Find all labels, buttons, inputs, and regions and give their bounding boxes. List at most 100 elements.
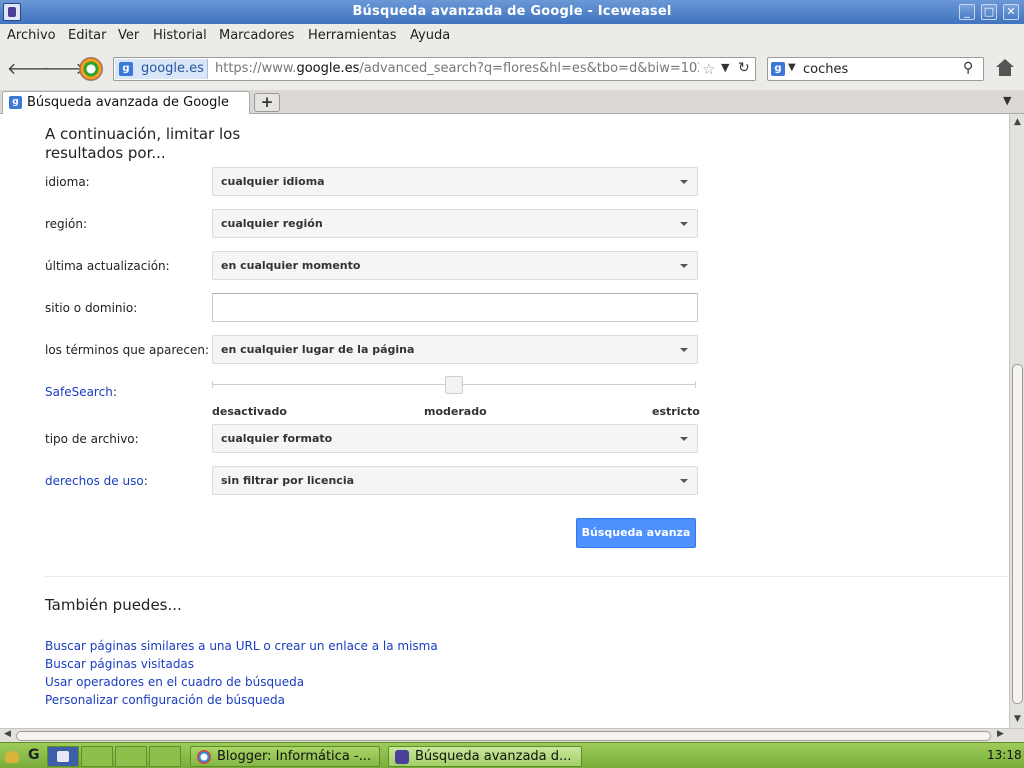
safesearch-label[interactable]: SafeSearch: xyxy=(45,385,117,399)
safesearch-level-off: desactivado xyxy=(212,405,287,418)
site-domain: google.es xyxy=(141,61,204,76)
page-content: A continuación, limitar los resultados p… xyxy=(0,114,1009,728)
browser-logo-icon[interactable] xyxy=(79,57,103,81)
region-select-value: cualquier región xyxy=(221,217,323,230)
search-engine-icon[interactable]: g xyxy=(771,62,785,76)
url-bar[interactable]: g google.es https://www.google.es/advanc… xyxy=(113,57,756,81)
taskbar: G Blogger: Informática -... Búsqueda ava… xyxy=(0,742,1024,768)
dropdown-arrow-icon xyxy=(680,222,688,226)
launcher-g-icon[interactable]: G xyxy=(28,747,40,763)
usage-rights-select[interactable]: sin filtrar por licencia xyxy=(212,466,698,495)
google-favicon-icon: g xyxy=(119,62,133,76)
dropdown-arrow-icon xyxy=(680,479,688,483)
usage-rights-select-value: sin filtrar por licencia xyxy=(221,474,355,487)
file-type-label: tipo de archivo: xyxy=(45,432,139,446)
bookmark-star-icon[interactable]: ☆ xyxy=(702,60,715,78)
menu-herramientas[interactable]: Herramientas xyxy=(308,28,397,43)
google-favicon-icon: g xyxy=(9,96,22,109)
search-input[interactable] xyxy=(803,60,963,78)
task-label: Búsqueda avanzada d... xyxy=(415,749,572,764)
clock: 13:18 xyxy=(987,748,1022,762)
dropdown-arrow-icon xyxy=(680,437,688,441)
file-type-select[interactable]: cualquier formato xyxy=(212,424,698,453)
url-history-dropdown-icon[interactable]: ▼ xyxy=(721,61,729,74)
workspace-4[interactable] xyxy=(149,746,181,767)
menu-ayuda[interactable]: Ayuda xyxy=(410,28,450,43)
window-title: Búsqueda avanzada de Google - Iceweasel xyxy=(352,4,672,19)
menu-archivo[interactable]: Archivo xyxy=(7,28,56,43)
menu-bar: Archivo Editar Ver Historial Marcadores … xyxy=(0,24,1024,48)
task-advanced-search[interactable]: Búsqueda avanzada d... xyxy=(388,746,582,767)
limit-results-heading: A continuación, limitar los resultados p… xyxy=(45,125,241,162)
home-icon[interactable] xyxy=(995,59,1015,77)
region-select[interactable]: cualquier región xyxy=(212,209,698,238)
scroll-right-arrow-icon[interactable]: ▶ xyxy=(997,729,1004,739)
task-label: Blogger: Informática -... xyxy=(217,749,372,764)
search-bar[interactable]: g ▼ ⚲ xyxy=(767,57,984,81)
last-update-select-value: en cualquier momento xyxy=(221,259,361,272)
language-select-value: cualquier idioma xyxy=(221,175,325,188)
tab-bar: g Búsqueda avanzada de Google + ▼ xyxy=(0,90,1024,114)
start-menu-icon[interactable] xyxy=(3,747,23,765)
new-tab-button[interactable]: + xyxy=(254,93,280,112)
back-arrow-icon[interactable]: 🡐 xyxy=(7,60,50,78)
horizontal-scroll-thumb[interactable] xyxy=(16,731,991,741)
maximize-button[interactable]: □ xyxy=(981,4,997,20)
chrome-icon xyxy=(197,750,211,764)
dropdown-arrow-icon xyxy=(680,264,688,268)
link-search-settings[interactable]: Personalizar configuración de búsqueda xyxy=(45,693,285,707)
workspace-1[interactable] xyxy=(47,746,79,767)
terms-appear-select-value: en cualquier lugar de la página xyxy=(221,343,415,356)
horizontal-scrollbar[interactable]: ◀ ▶ xyxy=(0,728,1024,742)
link-search-operators[interactable]: Usar operadores en el cuadro de búsqueda xyxy=(45,675,304,689)
region-label: región: xyxy=(45,217,87,231)
minimize-button[interactable]: _ xyxy=(959,4,975,20)
task-blogger[interactable]: Blogger: Informática -... xyxy=(190,746,380,767)
vertical-scroll-thumb[interactable] xyxy=(1012,364,1023,704)
tab-label: Búsqueda avanzada de Google xyxy=(27,95,230,110)
terms-appear-select[interactable]: en cualquier lugar de la página xyxy=(212,335,698,364)
menu-historial[interactable]: Historial xyxy=(153,28,207,43)
advanced-search-button[interactable]: Búsqueda avanza xyxy=(576,518,696,548)
vertical-scrollbar[interactable]: ▲ ▼ xyxy=(1009,114,1024,728)
last-update-select[interactable]: en cualquier momento xyxy=(212,251,698,280)
magnifier-icon[interactable]: ⚲ xyxy=(963,60,973,76)
menu-editar[interactable]: Editar xyxy=(68,28,107,43)
last-update-label: última actualización: xyxy=(45,259,170,273)
dropdown-arrow-icon xyxy=(680,180,688,184)
dropdown-arrow-icon xyxy=(680,348,688,352)
scroll-down-arrow-icon[interactable]: ▼ xyxy=(1012,714,1023,724)
tab-list-chevron-icon[interactable]: ▼ xyxy=(1003,94,1011,107)
terms-appear-label: los términos que aparecen: xyxy=(45,343,210,357)
language-select[interactable]: cualquier idioma xyxy=(212,167,698,196)
tab-advanced-search[interactable]: g Búsqueda avanzada de Google xyxy=(2,91,250,114)
language-label: idioma: xyxy=(45,175,90,189)
iceweasel-icon xyxy=(395,750,409,764)
safesearch-level-moderate: moderado xyxy=(424,405,487,418)
link-similar-pages[interactable]: Buscar páginas similares a una URL o cre… xyxy=(45,639,438,653)
site-domain-input[interactable] xyxy=(212,293,698,322)
close-button[interactable]: ✕ xyxy=(1003,4,1019,20)
scroll-up-arrow-icon[interactable]: ▲ xyxy=(1012,117,1023,127)
slider-tick xyxy=(695,381,696,388)
link-visited-pages[interactable]: Buscar páginas visitadas xyxy=(45,657,194,671)
section-divider xyxy=(45,576,1009,577)
site-domain-label: sitio o dominio: xyxy=(45,301,138,315)
menu-ver[interactable]: Ver xyxy=(118,28,139,43)
workspace-3[interactable] xyxy=(115,746,147,767)
safesearch-slider-handle[interactable] xyxy=(445,376,463,394)
navigation-toolbar: 🡐 🡒 g google.es https://www.google.es/ad… xyxy=(0,48,1024,90)
safesearch-level-strict: estricto xyxy=(652,405,700,418)
site-identity-badge[interactable]: g google.es xyxy=(115,59,208,79)
reload-icon[interactable]: ↻ xyxy=(738,60,750,76)
scroll-left-arrow-icon[interactable]: ◀ xyxy=(4,729,11,739)
menu-marcadores[interactable]: Marcadores xyxy=(219,28,294,43)
also-can-heading: También puedes... xyxy=(45,596,182,614)
usage-rights-label[interactable]: derechos de uso: xyxy=(45,474,148,488)
workspace-2[interactable] xyxy=(81,746,113,767)
search-engine-dropdown-icon[interactable]: ▼ xyxy=(788,62,796,73)
url-text[interactable]: https://www.google.es/advanced_search?q=… xyxy=(215,61,699,76)
forward-arrow-icon[interactable]: 🡒 xyxy=(42,60,85,78)
window-titlebar: Búsqueda avanzada de Google - Iceweasel … xyxy=(0,0,1024,24)
file-type-select-value: cualquier formato xyxy=(221,432,333,445)
